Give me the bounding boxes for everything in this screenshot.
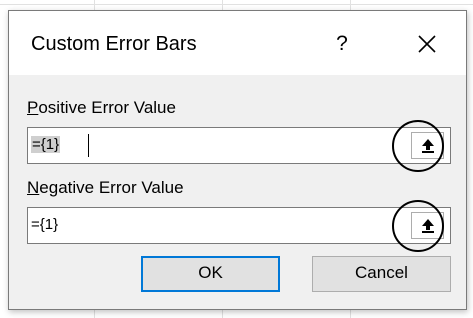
grid-line [0, 4, 473, 5]
label-text: ositive Error Value [38, 98, 176, 117]
title-bar[interactable]: Custom Error Bars ? [9, 11, 466, 75]
cancel-button[interactable]: Cancel [312, 256, 451, 292]
dialog-title: Custom Error Bars [31, 33, 197, 55]
positive-error-value-text: ={1} [31, 136, 61, 153]
positive-error-value-label: Positive Error Value [27, 98, 176, 118]
negative-error-value-label: Negative Error Value [27, 178, 184, 198]
negative-error-value-input[interactable]: ={1} [27, 207, 451, 244]
label-text: egative Error Value [39, 178, 184, 197]
text-caret [88, 134, 89, 157]
label-accelerator: N [27, 178, 40, 197]
custom-error-bars-dialog: Custom Error Bars ? Positive Error Value… [8, 10, 467, 310]
negative-error-value-text: ={1} [31, 216, 59, 233]
label-accelerator: P [27, 98, 39, 117]
annotation-circle [392, 200, 444, 252]
annotation-circle [392, 120, 444, 172]
help-button[interactable]: ? [327, 29, 357, 59]
ok-button[interactable]: OK [141, 256, 280, 292]
positive-error-value-input[interactable]: ={1} [27, 127, 451, 164]
close-icon [418, 35, 436, 53]
close-button[interactable] [411, 29, 443, 59]
